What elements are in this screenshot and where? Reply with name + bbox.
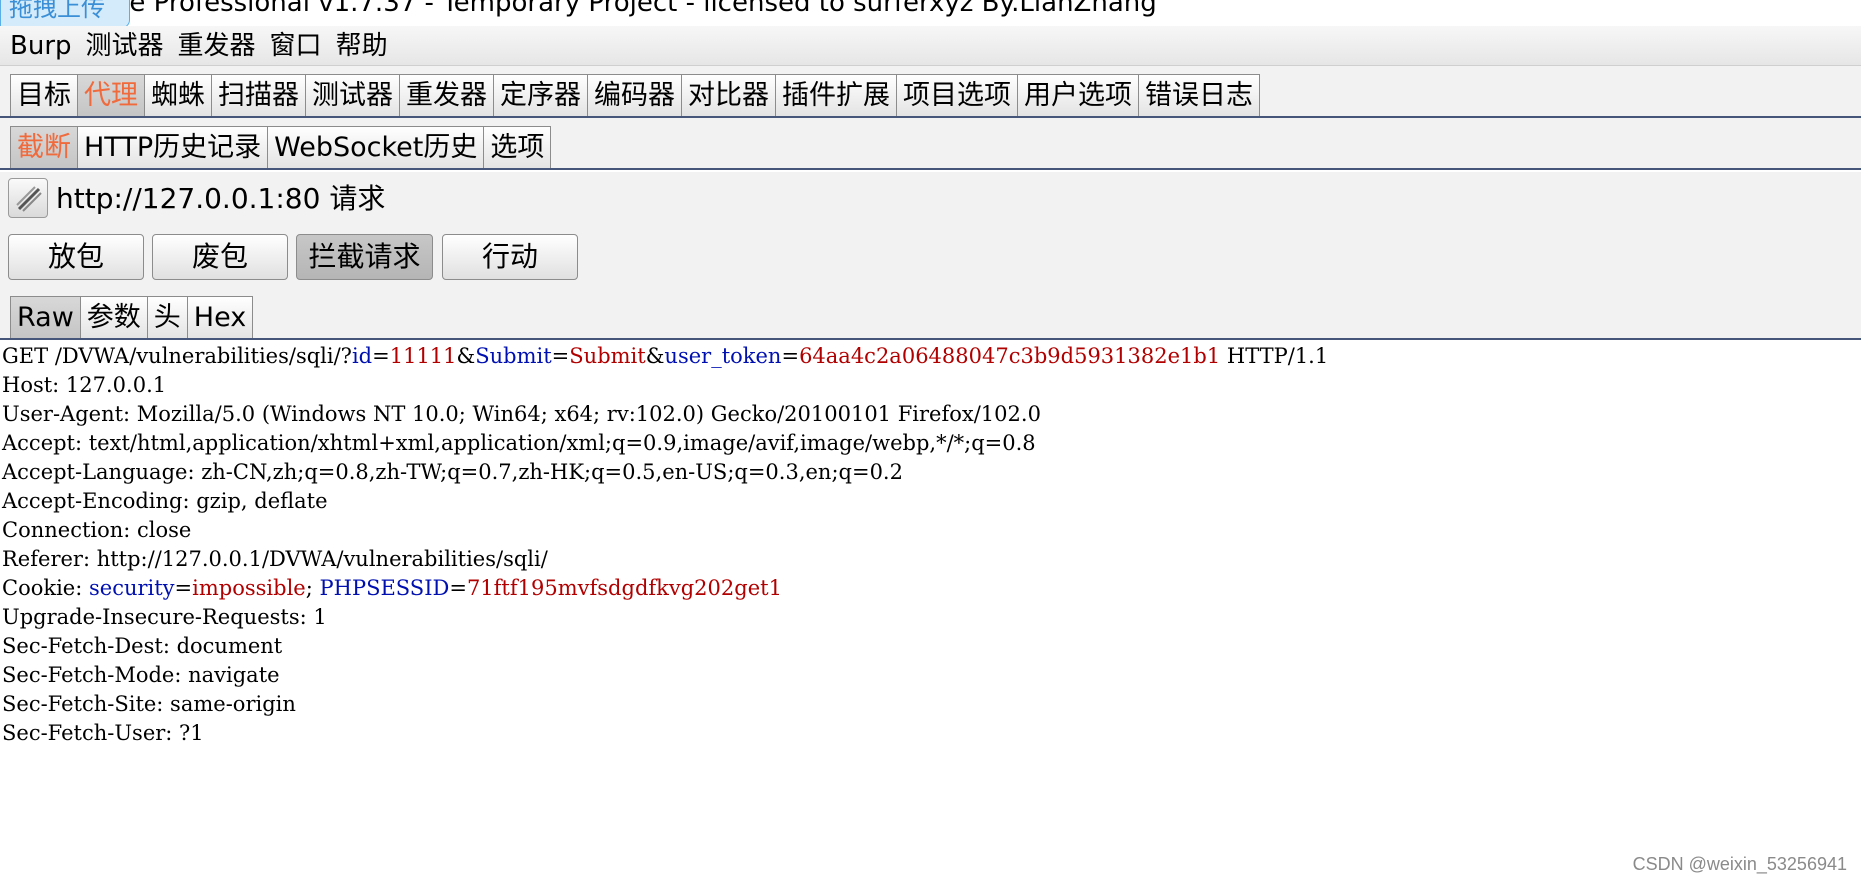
param-value: Submit xyxy=(569,344,646,368)
menu-window[interactable]: 窗口 xyxy=(260,26,326,66)
tab-intercept[interactable]: 截断 xyxy=(10,126,77,170)
window-title: ite Professional v1.7.37 - Temporary Pro… xyxy=(112,0,1157,18)
param-key: id xyxy=(351,344,373,368)
cookie-line: Cookie: security=impossible; PHPSESSID=7… xyxy=(2,576,782,600)
tab-sequencer[interactable]: 定序器 xyxy=(493,74,587,118)
header-line: User-Agent: Mozilla/5.0 (Windows NT 10.0… xyxy=(2,402,1041,426)
menu-burp[interactable]: Burp xyxy=(0,26,76,66)
tab-extender[interactable]: 插件扩展 xyxy=(775,74,896,118)
header-line: Sec-Fetch-Dest: document xyxy=(2,634,283,658)
tab-project-options[interactable]: 项目选项 xyxy=(896,74,1017,118)
tab-params[interactable]: 参数 xyxy=(79,296,147,340)
tab-hex[interactable]: Hex xyxy=(186,296,254,340)
tab-raw[interactable]: Raw xyxy=(10,296,80,340)
param-value: 11111 xyxy=(389,344,457,368)
http-version: HTTP/1.1 xyxy=(1226,344,1329,368)
tab-user-options[interactable]: 用户选项 xyxy=(1017,74,1138,118)
tab-repeater[interactable]: 重发器 xyxy=(399,74,493,118)
request-line: GET /DVWA/vulnerabilities/sqli/?id=11111… xyxy=(2,344,1329,368)
header-line: Sec-Fetch-Mode: navigate xyxy=(2,663,280,687)
tab-comparer[interactable]: 对比器 xyxy=(681,74,775,118)
tab-proxy[interactable]: 代理 xyxy=(77,74,144,118)
cookie-key: security xyxy=(88,576,175,600)
tab-intruder[interactable]: 测试器 xyxy=(305,74,399,118)
main-tabs: 目标 代理 蜘蛛 扫描器 测试器 重发器 定序器 编码器 对比器 插件扩展 项目… xyxy=(0,66,1861,118)
header-line: Host: 127.0.0.1 xyxy=(2,373,167,397)
window-titlebar: ite Professional v1.7.37 - Temporary Pro… xyxy=(0,0,1861,26)
intercept-button-bar: 放包 废包 拦截请求 行动 xyxy=(0,226,1861,288)
cookie-value: impossible xyxy=(192,576,306,600)
cookie-label: Cookie: xyxy=(2,576,89,600)
menu-intruder[interactable]: 测试器 xyxy=(76,26,168,66)
menu-bar: Burp 测试器 重发器 窗口 帮助 xyxy=(0,26,1861,66)
tab-websocket-history[interactable]: WebSocket历史 xyxy=(267,126,484,170)
action-button[interactable]: 行动 xyxy=(442,234,578,280)
upload-badge[interactable]: 拖拽上传 xyxy=(0,0,130,26)
proxy-tabs: 截断 HTTP历史记录 WebSocket历史 选项 xyxy=(0,118,1861,170)
watermark: CSDN @weixin_53256941 xyxy=(1632,854,1847,874)
header-line: Sec-Fetch-Site: same-origin xyxy=(2,692,296,716)
header-line: Accept-Language: zh-CN,zh;q=0.8,zh-TW;q=… xyxy=(2,460,903,484)
param-key: Submit xyxy=(475,344,552,368)
intercept-toggle-button[interactable]: 拦截请求 xyxy=(296,234,433,280)
header-line: Accept: text/html,application/xhtml+xml,… xyxy=(2,431,1036,455)
cookie-value: 71ftf195mvfsdgdfkvg202get1 xyxy=(466,576,782,600)
request-method: GET xyxy=(2,344,49,368)
tab-alerts[interactable]: 错误日志 xyxy=(1138,74,1260,118)
header-line: Accept-Encoding: gzip, deflate xyxy=(2,489,328,513)
header-line: Connection: close xyxy=(2,518,192,542)
tab-divider xyxy=(0,338,1861,340)
tab-divider xyxy=(0,168,1861,170)
header-line: Sec-Fetch-User: ?1 xyxy=(2,721,204,745)
tab-scanner[interactable]: 扫描器 xyxy=(211,74,305,118)
header-line: Referer: http://127.0.0.1/DVWA/vulnerabi… xyxy=(2,547,548,571)
tab-http-history[interactable]: HTTP历史记录 xyxy=(77,126,268,170)
message-view-tabs: Raw 参数 头 Hex xyxy=(0,288,1861,340)
pencil-icon[interactable] xyxy=(8,178,48,218)
tab-spider[interactable]: 蜘蛛 xyxy=(144,74,211,118)
tab-target[interactable]: 目标 xyxy=(10,74,77,118)
param-value: 64aa4c2a06488047c3b9d5931382e1b1 xyxy=(799,344,1221,368)
param-key: user_token xyxy=(664,344,782,368)
header-line: Upgrade-Insecure-Requests: 1 xyxy=(2,605,327,629)
menu-help[interactable]: 帮助 xyxy=(326,26,392,66)
tab-headers[interactable]: 头 xyxy=(146,296,187,340)
forward-button[interactable]: 放包 xyxy=(8,234,144,280)
request-info-bar: http://127.0.0.1:80 请求 xyxy=(0,172,1861,226)
cookie-key: PHPSESSID xyxy=(319,576,450,600)
menu-repeater[interactable]: 重发器 xyxy=(168,26,260,66)
request-path: /DVWA/vulnerabilities/sqli/? xyxy=(54,344,352,368)
request-url-label: http://127.0.0.1:80 请求 xyxy=(56,182,386,215)
drop-button[interactable]: 废包 xyxy=(152,234,288,280)
raw-request-editor[interactable]: GET /DVWA/vulnerabilities/sqli/?id=11111… xyxy=(0,342,1861,885)
tab-decoder[interactable]: 编码器 xyxy=(587,74,681,118)
tab-options[interactable]: 选项 xyxy=(483,126,552,170)
